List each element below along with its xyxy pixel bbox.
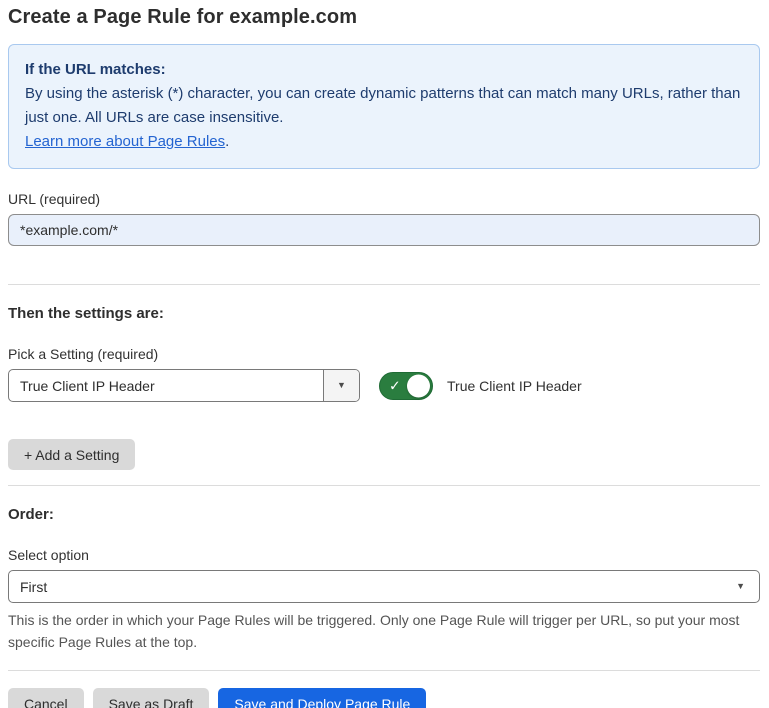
learn-more-link[interactable]: Learn more about Page Rules <box>25 133 225 150</box>
page-title: Create a Page Rule for example.com <box>8 4 760 29</box>
cancel-button[interactable]: Cancel <box>8 688 84 708</box>
true-client-ip-toggle[interactable]: ✓ <box>379 372 433 400</box>
info-link-line: Learn more about Page Rules. <box>25 130 743 154</box>
form-actions: Cancel Save as Draft Save and Deploy Pag… <box>8 688 760 708</box>
divider <box>8 284 760 285</box>
setting-toggle-wrap: ✓ True Client IP Header <box>379 372 582 400</box>
order-section-heading: Order: <box>8 506 760 523</box>
url-match-info-box: If the URL matches: By using the asteris… <box>8 44 760 169</box>
order-select-label: Select option <box>8 547 760 563</box>
caret-down-icon: ▼ <box>337 381 346 390</box>
toggle-label: True Client IP Header <box>447 378 582 394</box>
url-input[interactable] <box>8 214 760 246</box>
toggle-knob <box>407 374 430 397</box>
info-box-body: By using the asterisk (*) character, you… <box>25 82 743 130</box>
setting-select-value: True Client IP Header <box>9 370 323 401</box>
settings-section-heading: Then the settings are: <box>8 305 760 322</box>
info-box-heading: If the URL matches: <box>25 58 743 82</box>
save-and-deploy-button[interactable]: Save and Deploy Page Rule <box>218 688 426 708</box>
order-select[interactable]: First ▼ <box>8 570 760 603</box>
link-period: . <box>225 133 229 150</box>
order-select-value: First <box>20 579 47 595</box>
url-field-label: URL (required) <box>8 191 760 207</box>
pick-setting-label: Pick a Setting (required) <box>8 346 760 362</box>
setting-select[interactable]: True Client IP Header ▼ <box>8 369 360 402</box>
check-icon: ✓ <box>389 377 401 394</box>
create-page-rule-form: Create a Page Rule for example.com If th… <box>0 0 769 708</box>
setting-row: True Client IP Header ▼ ✓ True Client IP… <box>8 369 760 402</box>
save-as-draft-button[interactable]: Save as Draft <box>93 688 210 708</box>
caret-down-icon: ▼ <box>736 582 745 591</box>
divider <box>8 485 760 486</box>
add-setting-button[interactable]: + Add a Setting <box>8 439 135 470</box>
divider <box>8 670 760 671</box>
order-help-text: This is the order in which your Page Rul… <box>8 609 760 653</box>
setting-select-arrow-button[interactable]: ▼ <box>323 370 359 401</box>
